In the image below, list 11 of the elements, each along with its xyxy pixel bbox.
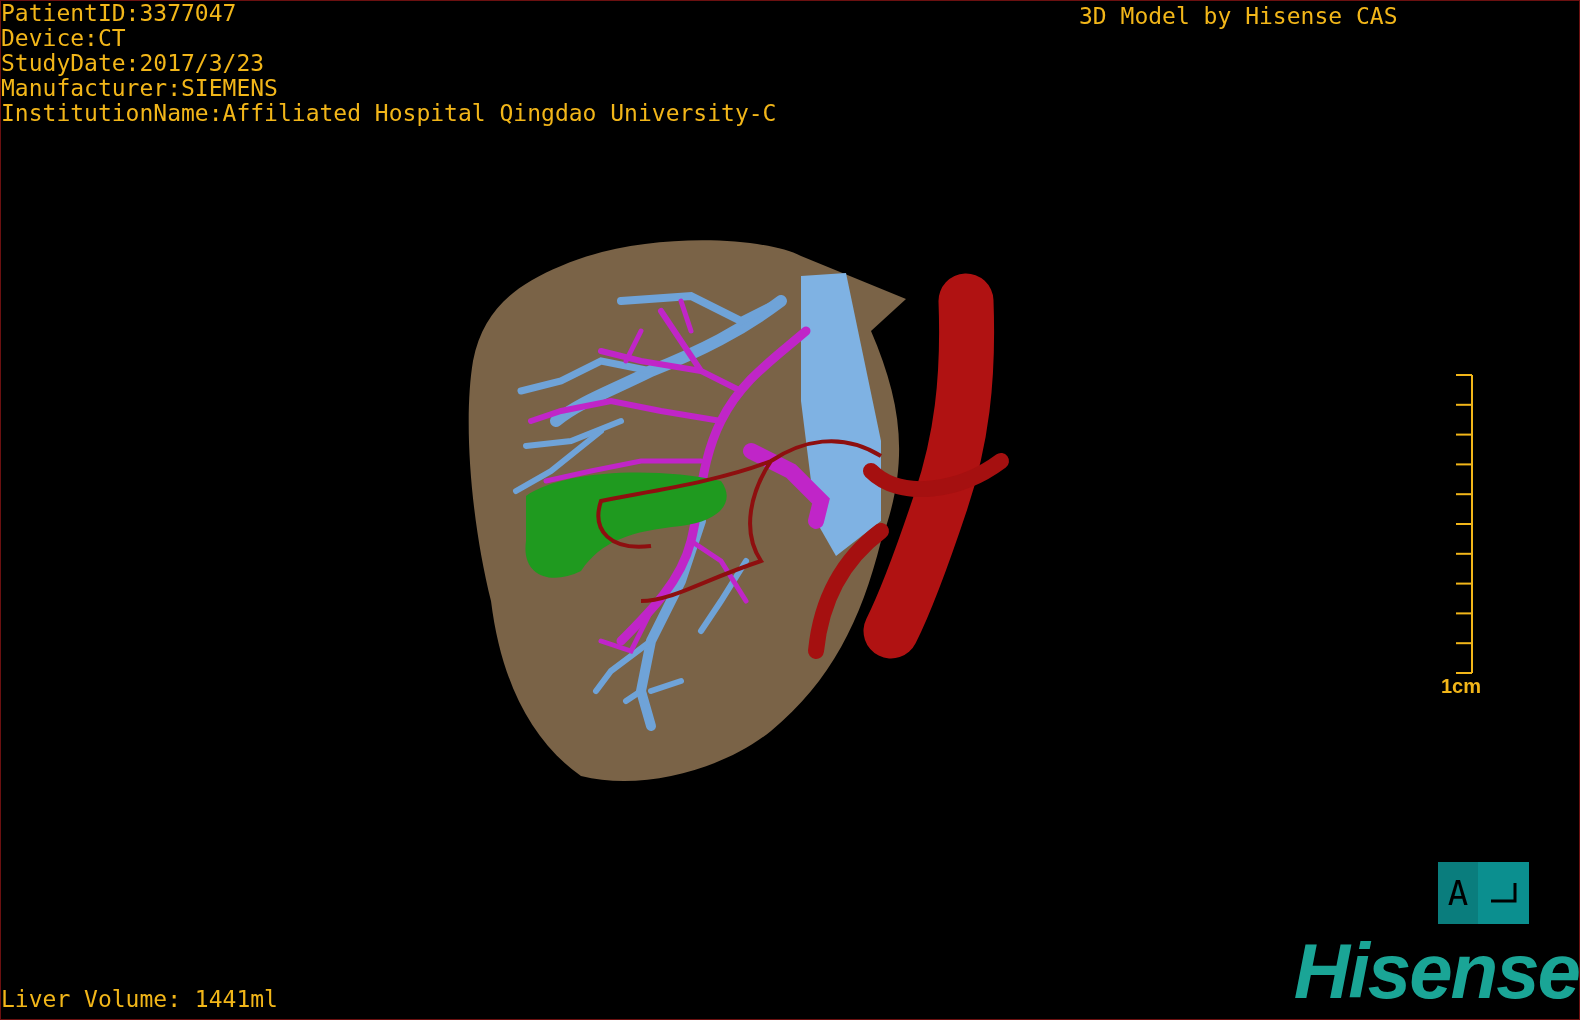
viewer-title: 3D Model by Hisense CAS <box>1079 2 1398 31</box>
info-text: PatientID:3377047 <box>1 1 238 26</box>
corner-icon <box>1490 883 1517 903</box>
info-text: InstitutionName:Affiliated Hospital Qingdao University-C <box>1 101 777 126</box>
orientation-letter: A <box>1438 862 1478 924</box>
info-text: StudyDate:2017/3/23 <box>1 51 266 76</box>
scale-label: 1cm <box>1441 674 1482 698</box>
liver-volume-text: Liver Volume: 1441ml <box>1 985 278 1013</box>
info-text: Device:CT <box>1 26 127 51</box>
brand-logo: Hisense <box>1293 931 1579 1011</box>
info-text: Manufacturer:SIEMENS <box>1 76 279 101</box>
